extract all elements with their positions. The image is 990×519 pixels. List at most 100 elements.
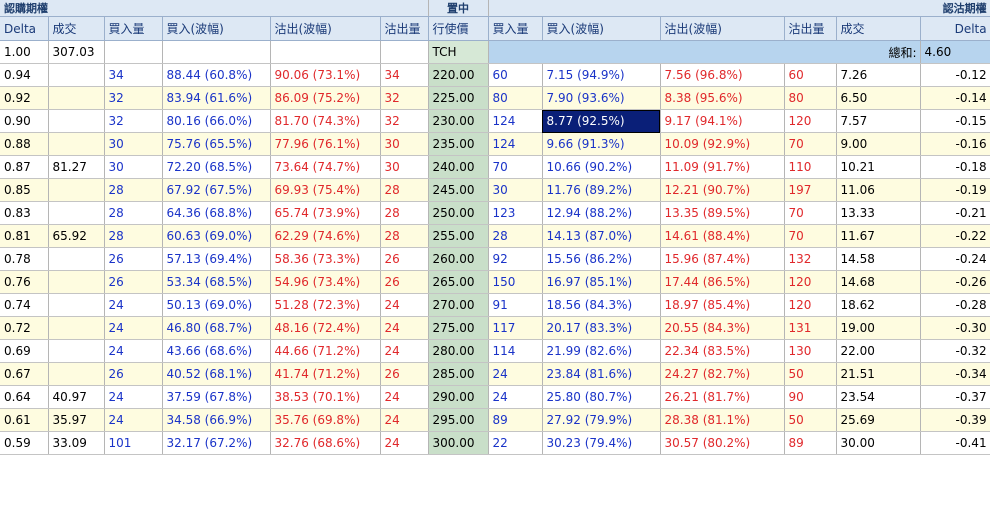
put-bid-cell[interactable]: 27.92 (79.9%) [542, 408, 661, 432]
put-bid-qty-cell[interactable]: 80 [488, 86, 543, 110]
put-bid-qty-cell[interactable]: 123 [488, 201, 543, 225]
call-delta-cell[interactable]: 0.94 [0, 63, 49, 87]
call-ask-qty-cell[interactable]: 32 [380, 86, 429, 110]
call-bid-cell[interactable]: 60.63 (69.0%) [162, 224, 271, 248]
put-bid-cell[interactable]: 18.56 (84.3%) [542, 293, 661, 317]
put-ask-qty-cell[interactable]: 110 [784, 155, 837, 179]
put-ask-qty-cell[interactable]: 60 [784, 63, 837, 87]
put-last-cell[interactable]: 18.62 [836, 293, 921, 317]
put-bid-cell[interactable]: 12.94 (88.2%) [542, 201, 661, 225]
option-row[interactable]: 0.94 34 88.44 (60.8%) 90.06 (73.1%) 34 220.00… [0, 63, 990, 87]
call-bid-qty-cell[interactable]: 24 [104, 316, 163, 340]
put-last-cell[interactable]: 10.21 [836, 155, 921, 179]
put-delta-cell[interactable]: -0.41 [920, 431, 990, 455]
call-delta-cell[interactable]: 0.92 [0, 86, 49, 110]
put-ask-qty-cell[interactable]: 120 [784, 109, 837, 133]
put-ask-qty-cell[interactable]: 132 [784, 247, 837, 271]
put-bid-qty-cell[interactable]: 117 [488, 316, 543, 340]
put-last-cell[interactable]: 30.00 [836, 431, 921, 455]
call-delta-cell[interactable]: 0.59 [0, 431, 49, 455]
put-last-cell[interactable]: 19.00 [836, 316, 921, 340]
put-last-cell[interactable]: 21.51 [836, 362, 921, 386]
put-ask-qty-cell[interactable]: 197 [784, 178, 837, 202]
call-last-cell[interactable] [48, 178, 105, 202]
call-ask-qty-cell[interactable]: 24 [380, 316, 429, 340]
put-delta-cell[interactable]: -0.14 [920, 86, 990, 110]
option-row[interactable]: 0.64 40.97 24 37.59 (67.8%) 38.53 (70.1%) 24 2… [0, 385, 990, 409]
call-last-cell[interactable] [48, 86, 105, 110]
col-call-ask-qty[interactable]: 沽出量 [380, 16, 429, 41]
put-bid-cell[interactable]: 7.15 (94.9%) [542, 63, 661, 87]
put-ask-cell[interactable]: 24.27 (82.7%) [660, 362, 785, 386]
call-delta-cell[interactable]: 0.81 [0, 224, 49, 248]
call-ask-cell[interactable]: 58.36 (73.3%) [270, 247, 381, 271]
call-last-cell[interactable] [48, 63, 105, 87]
call-delta-cell[interactable]: 0.90 [0, 109, 49, 133]
call-ask-qty-cell[interactable]: 30 [380, 132, 429, 156]
call-last-cell[interactable] [48, 132, 105, 156]
call-delta-cell[interactable]: 0.69 [0, 339, 49, 363]
strike-cell[interactable]: 270.00 [428, 293, 489, 317]
put-bid-cell[interactable]: 20.17 (83.3%) [542, 316, 661, 340]
option-row[interactable]: 0.81 65.92 28 60.63 (69.0%) 62.29 (74.6%) 28 2… [0, 224, 990, 248]
call-ask-qty-cell[interactable]: 26 [380, 362, 429, 386]
call-delta-cell[interactable]: 0.67 [0, 362, 49, 386]
call-delta-cell[interactable]: 0.87 [0, 155, 49, 179]
call-last-cell[interactable] [48, 270, 105, 294]
call-ask-qty-cell[interactable]: 34 [380, 63, 429, 87]
call-bid-cell[interactable]: 32.17 (67.2%) [162, 431, 271, 455]
call-last-cell[interactable]: 40.97 [48, 385, 105, 409]
call-last-cell[interactable]: 65.92 [48, 224, 105, 248]
call-ask-qty-cell[interactable]: 28 [380, 224, 429, 248]
put-bid-cell[interactable]: 15.56 (86.2%) [542, 247, 661, 271]
put-bid-qty-cell[interactable]: 124 [488, 109, 543, 133]
put-bid-cell[interactable]: 7.90 (93.6%) [542, 86, 661, 110]
put-ask-cell[interactable]: 18.97 (85.4%) [660, 293, 785, 317]
col-call-bid[interactable]: 買入(波幅) [162, 16, 271, 41]
put-bid-cell[interactable]: 30.23 (79.4%) [542, 431, 661, 455]
call-bid-cell[interactable]: 83.94 (61.6%) [162, 86, 271, 110]
strike-cell[interactable]: 260.00 [428, 247, 489, 271]
put-ask-qty-cell[interactable]: 80 [784, 86, 837, 110]
strike-cell[interactable]: 230.00 [428, 109, 489, 133]
col-call-delta[interactable]: Delta [0, 16, 49, 41]
call-ask-cell[interactable]: 44.66 (71.2%) [270, 339, 381, 363]
put-bid-qty-cell[interactable]: 150 [488, 270, 543, 294]
put-ask-cell[interactable]: 15.96 (87.4%) [660, 247, 785, 271]
call-bid-qty-cell[interactable]: 32 [104, 109, 163, 133]
put-ask-qty-cell[interactable]: 90 [784, 385, 837, 409]
call-bid-qty-cell[interactable]: 26 [104, 247, 163, 271]
put-delta-cell[interactable]: -0.15 [920, 109, 990, 133]
put-last-cell[interactable]: 22.00 [836, 339, 921, 363]
put-delta-cell[interactable]: -0.22 [920, 224, 990, 248]
put-ask-cell[interactable]: 17.44 (86.5%) [660, 270, 785, 294]
col-put-bid[interactable]: 買入(波幅) [542, 16, 661, 41]
call-ask-cell[interactable]: 38.53 (70.1%) [270, 385, 381, 409]
call-last-cell[interactable] [48, 316, 105, 340]
call-ask-qty-cell[interactable]: 24 [380, 293, 429, 317]
put-bid-qty-cell[interactable]: 22 [488, 431, 543, 455]
call-bid-cell[interactable]: 64.36 (68.8%) [162, 201, 271, 225]
put-bid-qty-cell[interactable]: 114 [488, 339, 543, 363]
put-bid-qty-cell[interactable]: 24 [488, 362, 543, 386]
put-last-cell[interactable]: 7.57 [836, 109, 921, 133]
col-call-ask[interactable]: 沽出(波幅) [270, 16, 381, 41]
call-ask-qty-cell[interactable]: 24 [380, 408, 429, 432]
put-bid-cell[interactable]: 25.80 (80.7%) [542, 385, 661, 409]
put-ask-cell[interactable]: 22.34 (83.5%) [660, 339, 785, 363]
col-put-bid-qty[interactable]: 買入量 [488, 16, 543, 41]
call-ask-cell[interactable]: 41.74 (71.2%) [270, 362, 381, 386]
call-ask-cell[interactable]: 73.64 (74.7%) [270, 155, 381, 179]
put-ask-cell[interactable]: 20.55 (84.3%) [660, 316, 785, 340]
call-delta-cell[interactable]: 0.88 [0, 132, 49, 156]
put-bid-cell[interactable]: 8.77 (92.5%) [542, 109, 661, 133]
put-last-cell[interactable]: 14.68 [836, 270, 921, 294]
put-delta-cell[interactable]: -0.16 [920, 132, 990, 156]
call-delta-cell[interactable]: 0.64 [0, 385, 49, 409]
strike-cell[interactable]: 285.00 [428, 362, 489, 386]
call-ask-qty-cell[interactable]: 26 [380, 270, 429, 294]
put-bid-qty-cell[interactable]: 60 [488, 63, 543, 87]
put-delta-cell[interactable]: -0.26 [920, 270, 990, 294]
call-last-cell[interactable] [48, 362, 105, 386]
call-bid-qty-cell[interactable]: 32 [104, 86, 163, 110]
